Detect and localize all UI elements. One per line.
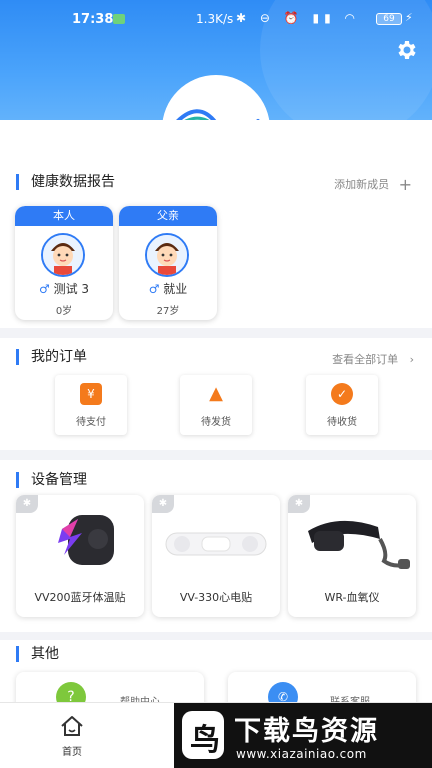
tab-home-label: 首页 [62,747,82,758]
oximeter-image [308,520,410,569]
view-all-label: 查看全部订单 [332,353,399,366]
member-age: 27岁 [156,306,180,317]
status-time: 17:38 [72,12,114,27]
ecg-patch-image [165,532,267,556]
member-name-row: ♂ 就业 [119,280,217,297]
member-relation: 父亲 [119,206,217,226]
member-name: 就业 [163,282,188,296]
gear-icon[interactable] [394,38,418,62]
male-icon: ♂ [38,282,50,296]
device-card-ecg[interactable]: ✱ VV-330心电贴 [152,495,280,617]
ship-icon: ▲ [209,383,223,404]
member-age: 0岁 [55,306,73,317]
yen-icon: ¥ [80,383,102,405]
health-title: 健康数据报告 [16,174,115,190]
kid-avatar-icon [147,235,187,275]
device-card-oximeter[interactable]: ✱ WR-血氧仪 [288,495,416,617]
check-icon: ✓ [331,383,353,405]
avatar [145,233,189,277]
thermometer-patch-image [58,515,114,565]
add-member-link[interactable]: 添加新成员 + [334,175,412,194]
others-title: 其他 [16,646,59,662]
device-label: WR-血氧仪 [324,591,380,604]
charging-icon: ⚡ [405,11,413,24]
avatar [41,233,85,277]
view-all-orders-link[interactable]: 查看全部订单 › [332,351,414,367]
device-label: VV200蓝牙体温贴 [34,591,126,604]
male-icon: ♂ [148,282,160,296]
kid-avatar-icon [43,235,83,275]
plus-icon: + [398,175,412,194]
status-icons: ✱ ⊖ ⏰ ▮▮ ◠ [236,11,360,25]
order-pending-shipment[interactable]: ▲ 待发货 [180,375,252,435]
status-bar: 17:38 1.3K/s ✱ ⊖ ⏰ ▮▮ ◠ 69 ⚡ [0,0,432,38]
order-pending-payment[interactable]: ¥ 待支付 [55,375,127,435]
home-icon [61,716,83,736]
watermark-title: 下载鸟资源 [234,716,379,747]
watermark-url: www.xiazainiao.com [236,747,367,761]
order-label: 待支付 [76,417,106,428]
orders-title: 我的订单 [16,349,87,365]
tab-home[interactable]: 首页 [48,715,96,758]
watermark-logo: 鸟 [182,711,224,759]
add-member-label: 添加新成员 [334,178,390,191]
network-speed: 1.3K/s [196,12,234,26]
battery-icon: 69 [376,13,402,25]
message-icon [113,14,125,24]
order-label: 待发货 [201,417,231,428]
member-card-father[interactable]: 父亲 ♂ 就业 27岁 [119,206,217,320]
device-label: VV-330心电贴 [179,591,253,604]
chevron-right-icon: › [409,353,414,366]
order-pending-receipt[interactable]: ✓ 待收货 [306,375,378,435]
order-label: 待收货 [327,417,357,428]
watermark-banner: 鸟 下载鸟资源 www.xiazainiao.com [174,703,432,768]
member-card-self[interactable]: 本人 ♂ 测试 3 0岁 [15,206,113,320]
member-name-row: ♂ 测试 3 [15,280,113,297]
devices-title: 设备管理 [16,472,87,488]
device-card-thermometer[interactable]: ✱ VV200蓝牙体温贴 [16,495,144,617]
member-relation: 本人 [15,206,113,226]
member-name: 测试 3 [53,282,90,296]
